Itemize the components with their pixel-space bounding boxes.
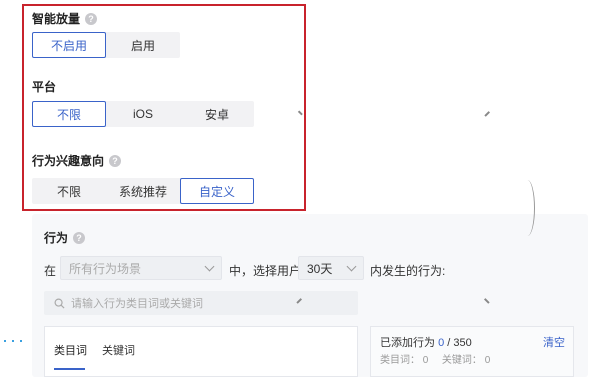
smart-volume-label-row: 智能放量 ? [32, 10, 98, 27]
platform-option-any[interactable]: 不限 [32, 101, 106, 127]
suffix-text: 内发生的行为: [370, 264, 446, 278]
behavior-interest-label: 行为兴趣意向 [32, 154, 105, 168]
chevron-down-icon [204, 261, 215, 271]
keyword-count-label: 关键词： [441, 355, 482, 366]
behavior-interest-option-custom[interactable]: 自定义 [180, 178, 254, 204]
platform-label-row: 平台 [32, 78, 56, 95]
added-breakdown-row: 类目词： 0 关键词： 0 [380, 351, 490, 366]
tab-category[interactable]: 类目词 [54, 342, 87, 358]
added-max: 350 [453, 337, 472, 349]
behavior-search-input[interactable]: 请输入行为类目词或关键词 [44, 291, 358, 315]
platform-segmented: 不限 iOS 安卓 [32, 101, 254, 127]
platform-option-android[interactable]: 安卓 [180, 101, 254, 127]
scene-select[interactable]: 所有行为场景 [60, 256, 222, 280]
question-circle-icon[interactable]: ? [73, 231, 86, 244]
added-count: 0 [438, 337, 445, 349]
search-icon [54, 298, 65, 309]
behavior-interest-label-row: 行为兴趣意向 ? [32, 152, 122, 169]
added-separator: / [447, 337, 451, 349]
scene-select-placeholder: 所有行为场景 [69, 261, 142, 276]
behavior-interest-segmented: 不限 系统推荐 自定义 [32, 178, 254, 204]
tab-keyword[interactable]: 关键词 [102, 342, 135, 358]
tab-active-underline [54, 368, 85, 370]
behavior-interest-option-recommended[interactable]: 系统推荐 [106, 178, 180, 204]
added-label: 已添加行为 [380, 337, 435, 349]
days-select[interactable]: 30天 [298, 256, 364, 280]
category-count-label: 类目词： [380, 355, 420, 366]
platform-option-ios[interactable]: iOS [106, 101, 180, 127]
clear-button[interactable]: 清空 [543, 334, 565, 350]
days-select-value: 30天 [307, 261, 333, 276]
dot-1 [4, 340, 6, 342]
question-circle-icon[interactable]: ? [85, 12, 98, 25]
prefix-text: 在 [44, 264, 57, 278]
smart-volume-label: 智能放量 [32, 12, 81, 26]
middle-text: 中，选择用户 [229, 264, 302, 278]
search-placeholder: 请输入行为类目词或关键词 [71, 298, 203, 310]
smart-volume-segmented: 不启用 启用 [32, 32, 180, 58]
behavior-label: 行为 [44, 231, 69, 245]
keyword-count: 0 [484, 355, 491, 366]
chevron-down-icon [346, 261, 357, 271]
dot-3 [20, 340, 22, 342]
edge-arc [520, 180, 535, 236]
smart-volume-option-off[interactable]: 不启用 [32, 32, 106, 58]
dot-2 [12, 340, 14, 342]
behavior-interest-option-any[interactable]: 不限 [32, 178, 106, 204]
smart-volume-option-on[interactable]: 启用 [106, 32, 180, 58]
behavior-label-row: 行为 ? [44, 229, 86, 246]
behavior-tabs-card [44, 326, 358, 377]
category-count: 0 [422, 355, 429, 366]
added-count-row: 已添加行为 0 / 350 [380, 334, 472, 350]
platform-label: 平台 [32, 80, 57, 94]
pen-mark-2 [484, 111, 490, 117]
question-circle-icon[interactable]: ? [109, 154, 122, 167]
